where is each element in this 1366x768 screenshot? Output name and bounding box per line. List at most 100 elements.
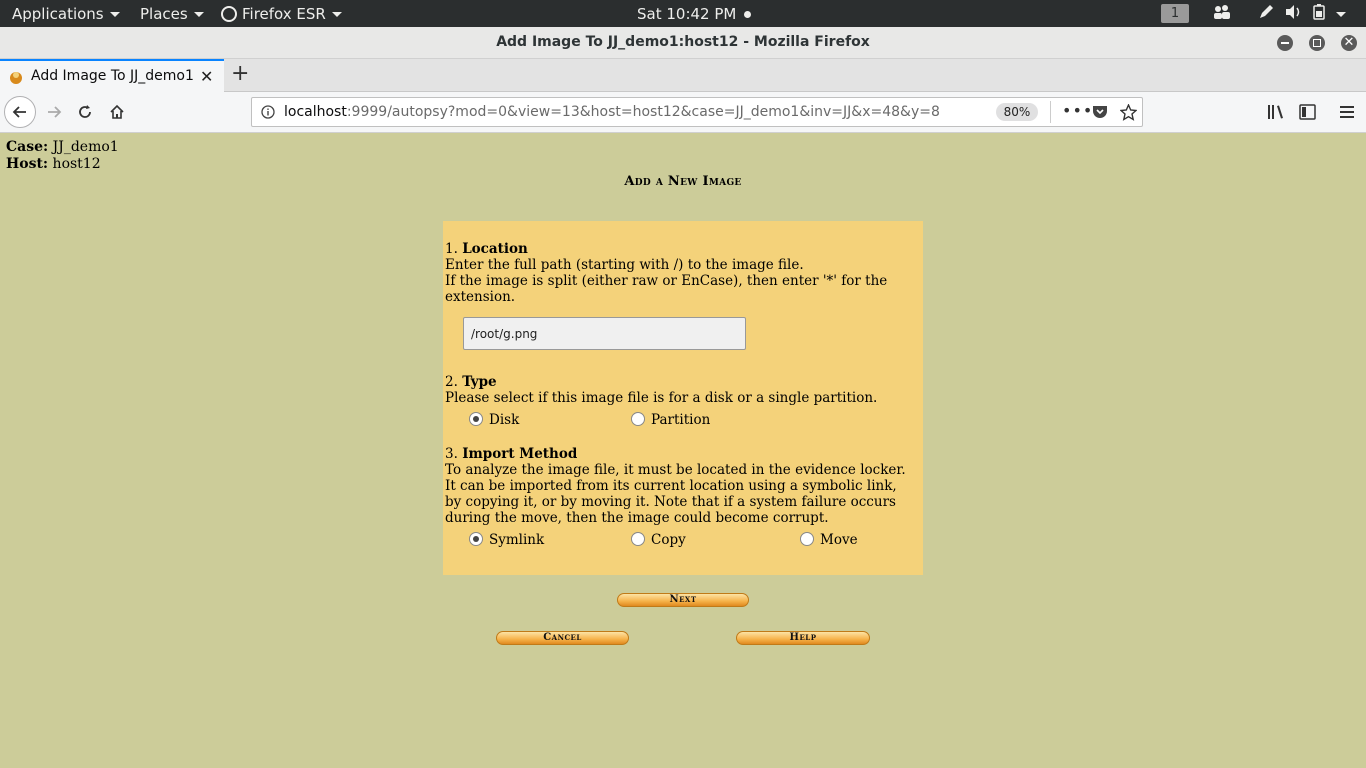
home-icon (110, 104, 124, 119)
host-label: Host: (6, 156, 49, 172)
reload-icon (79, 105, 91, 118)
battery-icon[interactable] (1313, 4, 1327, 24)
host-value: host12 (52, 156, 101, 172)
location-heading: 1. Location (445, 241, 921, 257)
import-description: To analyze the image file, it must be lo… (445, 462, 906, 526)
import-option-copy[interactable]: Copy (631, 532, 686, 548)
add-image-form: 1. Location Enter the full path (startin… (443, 221, 923, 575)
applications-menu[interactable]: Applications (12, 4, 120, 24)
workspace-indicator[interactable]: 1 (1161, 4, 1189, 23)
minimize-icon (1281, 42, 1289, 44)
location-instructions-1: Enter the full path (starting with /) to… (445, 257, 804, 273)
tab-title: Add Image To JJ_demo1:host12 (31, 68, 193, 84)
tab-strip: Add Image To JJ_demo1:host12 ✕ + (0, 59, 1366, 92)
system-menu[interactable] (1330, 4, 1346, 24)
system-top-bar: Applications Places Firefox ESR Sat 10:4… (0, 0, 1366, 27)
places-label: Places (140, 5, 188, 23)
location-instructions-2: If the image is split (either raw or EnC… (445, 273, 888, 305)
maximize-button[interactable] (1309, 35, 1325, 51)
volume-icon[interactable] (1285, 4, 1303, 24)
import-radio-group: Symlink Copy Move (445, 532, 921, 556)
window-title: Add Image To JJ_demo1:host12 - Mozilla F… (496, 34, 870, 50)
import-number: 3. (445, 446, 458, 462)
firefox-app-label: Firefox ESR (242, 5, 326, 23)
tab-add-image[interactable]: Add Image To JJ_demo1:host12 ✕ (0, 59, 224, 92)
clock-label: Sat 10:42 PM (637, 5, 737, 23)
import-option-symlink-label: Symlink (489, 532, 545, 548)
clock[interactable]: Sat 10:42 PM (637, 4, 752, 24)
close-tab-icon[interactable]: ✕ (200, 67, 213, 86)
forward-arrow-icon (48, 106, 62, 118)
host-line: Host: host12 (6, 156, 119, 173)
type-description: Please select if this image file is for … (445, 390, 878, 406)
radio-partition[interactable] (631, 412, 645, 426)
type-option-partition[interactable]: Partition (631, 412, 710, 428)
import-heading-text: Import Method (462, 446, 578, 462)
library-icon[interactable] (1267, 104, 1285, 120)
type-option-partition-label: Partition (651, 412, 711, 428)
location-number: 1. (445, 241, 458, 257)
type-option-disk[interactable]: Disk (469, 412, 519, 428)
type-radio-group: Disk Partition (445, 412, 921, 436)
image-path-input[interactable] (463, 317, 746, 350)
import-option-symlink[interactable]: Symlink (469, 532, 544, 548)
next-button[interactable]: Next (617, 593, 749, 607)
chevron-down-icon (1336, 12, 1346, 17)
pocket-icon[interactable] (1092, 105, 1108, 120)
radio-copy[interactable] (631, 532, 645, 546)
url-bar[interactable]: localhost:9999/autopsy?mod=0&view=13&hos… (251, 97, 1143, 127)
url-separator (1050, 101, 1051, 123)
page-actions-icon[interactable]: ••• (1062, 101, 1093, 120)
import-option-move-label: Move (820, 532, 858, 548)
close-icon: ✕ (1343, 35, 1355, 50)
url-path: :9999/autopsy?mod=0&view=13&host=host12&… (346, 104, 940, 120)
location-heading-text: Location (462, 241, 528, 257)
radio-disk[interactable] (469, 412, 483, 426)
applications-label: Applications (12, 5, 104, 23)
bookmark-star-icon[interactable] (1120, 104, 1137, 121)
firefox-icon (221, 6, 237, 22)
url-text: localhost:9999/autopsy?mod=0&view=13&hos… (284, 104, 940, 120)
reload-button[interactable] (70, 97, 100, 127)
minimize-button[interactable] (1277, 35, 1293, 51)
import-option-move[interactable]: Move (800, 532, 858, 548)
case-value: JJ_demo1 (52, 139, 119, 155)
radio-move[interactable] (800, 532, 814, 546)
type-heading: 2. Type (445, 374, 921, 390)
url-host: localhost (284, 104, 347, 120)
firefox-app-menu[interactable]: Firefox ESR (221, 4, 342, 24)
info-icon[interactable] (261, 105, 275, 119)
import-heading: 3. Import Method (445, 446, 921, 462)
case-line: Case: JJ_demo1 (6, 139, 119, 156)
chevron-down-icon (193, 12, 204, 17)
back-arrow-icon (12, 106, 26, 118)
chevron-down-icon (109, 12, 120, 17)
import-option-copy-label: Copy (651, 532, 686, 548)
close-window-button[interactable]: ✕ (1341, 35, 1357, 51)
chevron-down-icon (331, 12, 342, 17)
zoom-level-badge[interactable]: 80% (996, 103, 1038, 121)
help-button[interactable]: Help (736, 631, 870, 645)
case-info: Case: JJ_demo1 Host: host12 (6, 139, 119, 173)
new-tab-button[interactable]: + (231, 61, 249, 86)
type-number: 2. (445, 374, 458, 390)
cancel-button[interactable]: Cancel (496, 631, 629, 645)
places-menu[interactable]: Places (140, 4, 204, 24)
pen-icon[interactable] (1258, 4, 1274, 24)
maximize-icon (1313, 39, 1321, 47)
navigation-toolbar: localhost:9999/autopsy?mod=0&view=13&hos… (0, 92, 1366, 133)
radio-symlink[interactable] (469, 532, 483, 546)
people-icon[interactable] (1213, 4, 1231, 24)
back-button[interactable] (4, 96, 36, 128)
hamburger-menu-icon[interactable] (1339, 104, 1355, 120)
type-option-disk-label: Disk (489, 412, 520, 428)
page-content: Case: JJ_demo1 Host: host12 Add a New Im… (0, 133, 1366, 768)
page-title: Add a New Image (624, 174, 742, 189)
window-titlebar: Add Image To JJ_demo1:host12 - Mozilla F… (0, 27, 1366, 59)
autopsy-favicon-icon (10, 72, 22, 84)
home-button[interactable] (102, 97, 132, 127)
type-heading-text: Type (462, 374, 497, 390)
forward-button[interactable] (39, 97, 69, 127)
notification-dot-icon (744, 11, 752, 18)
sidebar-icon[interactable] (1299, 104, 1316, 120)
